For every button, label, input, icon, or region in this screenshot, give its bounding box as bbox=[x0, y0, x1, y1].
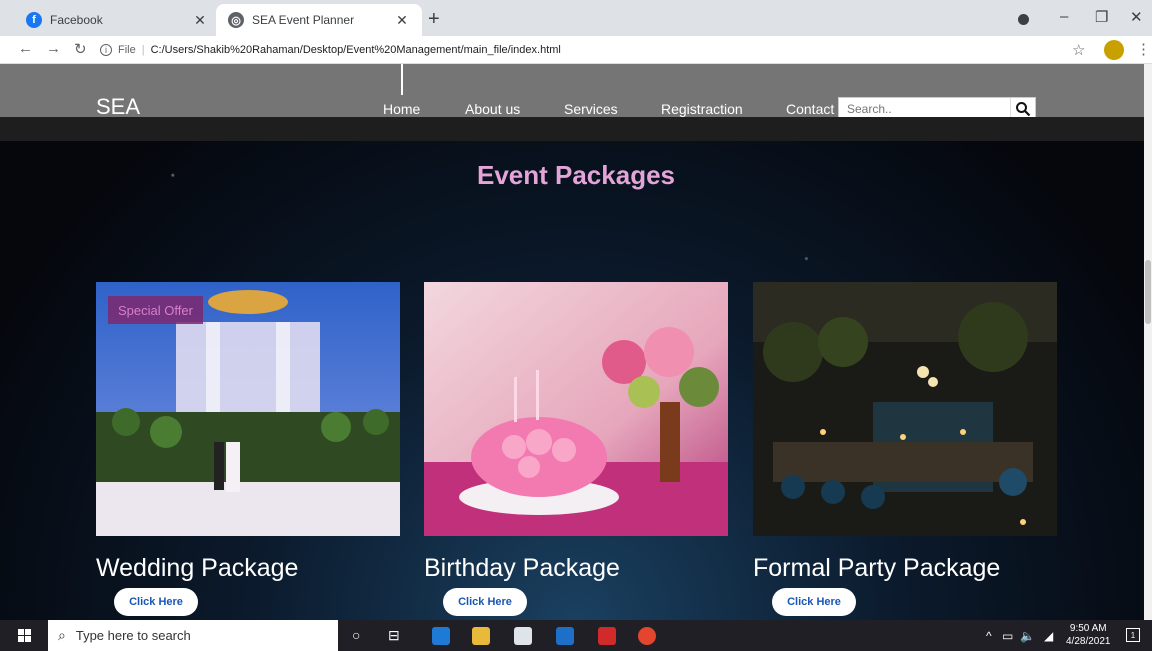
wedding-package-image[interactable]: Special Offer bbox=[96, 282, 400, 536]
header-divider bbox=[401, 64, 403, 95]
reload-icon[interactable]: ↻ bbox=[74, 40, 87, 58]
nav-registraction[interactable]: Registraction bbox=[661, 101, 743, 117]
nav-contact[interactable]: Contact bbox=[786, 101, 834, 117]
page-viewport: SEA Home About us Services Registraction… bbox=[0, 64, 1152, 620]
info-icon[interactable]: i bbox=[100, 44, 112, 56]
volume-icon[interactable]: 🔈 bbox=[1020, 629, 1035, 643]
formal-dining-illustration bbox=[753, 282, 1057, 536]
birthday-click-here-button[interactable]: Click Here bbox=[443, 588, 527, 616]
windows-taskbar: ⌕ Type here to search ○ ⊟ ^ ▭ 🔈 ◢ 9:50 A… bbox=[0, 620, 1152, 651]
battery-icon[interactable]: ▭ bbox=[1002, 629, 1013, 643]
scrollbar-thumb[interactable] bbox=[1145, 260, 1151, 324]
clock-date: 4/28/2021 bbox=[1066, 636, 1111, 647]
search-icon: ⌕ bbox=[58, 627, 66, 643]
url-scheme: File bbox=[118, 44, 136, 56]
birthday-package-image[interactable] bbox=[424, 282, 728, 536]
mail-icon[interactable] bbox=[556, 627, 574, 645]
nav-about-us[interactable]: About us bbox=[465, 101, 520, 117]
forward-icon[interactable]: → bbox=[46, 40, 61, 57]
close-icon[interactable]: ✕ bbox=[394, 12, 410, 29]
network-icon[interactable]: ◢ bbox=[1044, 629, 1053, 643]
url-separator: | bbox=[141, 44, 145, 56]
nav-home[interactable]: Home bbox=[383, 101, 420, 117]
file-explorer-icon[interactable] bbox=[472, 627, 490, 645]
globe-icon: ◎ bbox=[228, 12, 244, 28]
scrollbar-track[interactable] bbox=[1144, 64, 1152, 620]
special-offer-badge: Special Offer bbox=[108, 296, 203, 324]
tab-label: Facebook bbox=[50, 13, 103, 27]
menu-icon[interactable]: ⋮ bbox=[1136, 40, 1151, 58]
formal-party-package-title: Formal Party Package bbox=[753, 554, 1001, 582]
site-header: SEA Home About us Services Registraction… bbox=[0, 64, 1144, 121]
edge-icon[interactable] bbox=[432, 627, 450, 645]
wedding-package-title: Wedding Package bbox=[96, 554, 299, 582]
app-icon[interactable] bbox=[598, 627, 616, 645]
profile-avatar[interactable] bbox=[1104, 40, 1124, 60]
formal-party-click-here-button[interactable]: Click Here bbox=[772, 588, 856, 616]
record-icon[interactable] bbox=[1018, 14, 1029, 25]
browser-tab-bar: f Facebook ✕ ◎ SEA Event Planner ✕ + – ❐… bbox=[0, 0, 1152, 36]
minimize-icon[interactable]: – bbox=[1060, 8, 1068, 25]
close-icon[interactable]: ✕ bbox=[192, 12, 208, 29]
url-field[interactable]: i File | C:/Users/Shakib%20Rahaman/Deskt… bbox=[100, 40, 561, 60]
close-window-icon[interactable]: ✕ bbox=[1130, 8, 1143, 26]
wedding-click-here-button[interactable]: Click Here bbox=[114, 588, 198, 616]
windows-start-icon[interactable] bbox=[18, 629, 32, 643]
new-tab-icon[interactable]: + bbox=[428, 8, 440, 31]
formal-party-package-image[interactable] bbox=[753, 282, 1057, 536]
tab-label: SEA Event Planner bbox=[252, 13, 355, 27]
tab-facebook[interactable]: f Facebook ✕ bbox=[14, 4, 220, 36]
show-hidden-icons[interactable]: ^ bbox=[986, 629, 992, 643]
birthday-cake-illustration bbox=[424, 282, 728, 536]
address-bar: ← → ↻ i File | C:/Users/Shakib%20Rahaman… bbox=[0, 36, 1152, 64]
back-icon[interactable]: ← bbox=[18, 40, 33, 57]
tab-sea-event-planner[interactable]: ◎ SEA Event Planner ✕ bbox=[216, 4, 422, 36]
header-shadow-band bbox=[0, 117, 1144, 141]
search-icon bbox=[1016, 102, 1031, 117]
notification-icon[interactable]: 1 bbox=[1126, 628, 1140, 642]
bookmark-star-icon[interactable]: ☆ bbox=[1072, 41, 1085, 59]
store-icon[interactable] bbox=[514, 627, 532, 645]
facebook-icon: f bbox=[26, 12, 42, 28]
taskbar-clock[interactable]: 9:50 AM 4/28/2021 bbox=[1066, 622, 1111, 648]
clock-time: 9:50 AM bbox=[1069, 623, 1107, 634]
nav-services[interactable]: Services bbox=[564, 101, 618, 117]
taskbar-search[interactable]: ⌕ Type here to search bbox=[48, 620, 338, 651]
birthday-package-title: Birthday Package bbox=[424, 554, 620, 582]
restore-icon[interactable]: ❐ bbox=[1095, 8, 1108, 26]
cortana-icon[interactable]: ○ bbox=[352, 627, 360, 643]
taskbar-search-placeholder: Type here to search bbox=[75, 628, 191, 643]
chrome-icon[interactable] bbox=[638, 627, 656, 645]
section-title: Event Packages bbox=[476, 160, 675, 190]
task-view-icon[interactable]: ⊟ bbox=[388, 627, 400, 644]
url-text: C:/Users/Shakib%20Rahaman/Desktop/Event%… bbox=[150, 44, 561, 56]
